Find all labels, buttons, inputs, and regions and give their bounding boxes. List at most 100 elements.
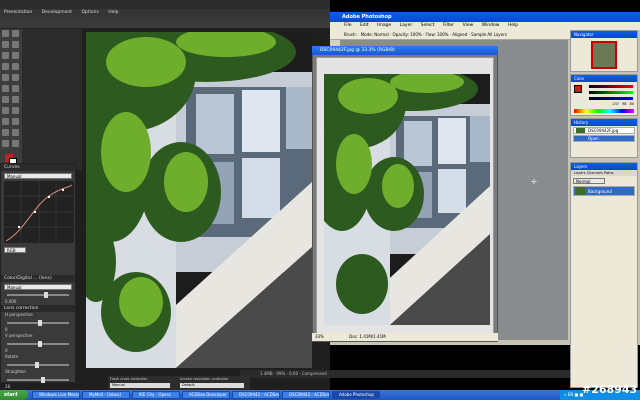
- task-acdsee-pro[interactable]: DSC09442 - ACDSee Pro 2: [232, 391, 280, 399]
- mini-panel-right-select[interactable]: Default: [180, 383, 244, 388]
- color-header[interactable]: Color: [571, 75, 637, 82]
- wand-tool-icon[interactable]: [12, 41, 19, 48]
- lens-mode-select[interactable]: Manual: [4, 284, 72, 290]
- document-status-bar: 33% Doc: 1.41M/1.41M: [312, 333, 498, 341]
- notes-tool-icon[interactable]: [2, 129, 9, 136]
- task-photoshop[interactable]: Adobe Photoshop: [332, 391, 380, 399]
- bg-menu-help[interactable]: Help: [108, 10, 118, 15]
- color-g-value[interactable]: 98: [622, 102, 626, 106]
- document-titlebar[interactable]: DSC09442F.jpg @ 33.3% (RGB/8): [312, 46, 498, 55]
- menu-layer[interactable]: Layer: [400, 23, 413, 28]
- text-tool-icon[interactable]: [12, 107, 19, 114]
- menu-edit[interactable]: Edit: [360, 23, 369, 28]
- blur-tool-icon[interactable]: [2, 96, 9, 103]
- layers-header[interactable]: Layers: [571, 163, 637, 170]
- building-tree-photo: [86, 32, 312, 368]
- menu-view[interactable]: View: [463, 23, 474, 28]
- curves-mode-select[interactable]: Manual: [4, 173, 72, 179]
- bg-menu-development[interactable]: Development: [42, 10, 72, 15]
- slider-1[interactable]: [7, 292, 69, 298]
- task-acdsee-10[interactable]: DSC09442 - ACDSee 10: [282, 391, 330, 399]
- color-fg-swatch[interactable]: [574, 85, 582, 93]
- color-values: 237 98 80: [571, 102, 637, 106]
- move-tool-icon[interactable]: [2, 30, 9, 37]
- straighten-slider[interactable]: [7, 377, 69, 383]
- color-ramp[interactable]: [574, 109, 634, 113]
- menu-filter[interactable]: Filter: [443, 23, 454, 28]
- color-section-header[interactable]: Color/Digital ... (lens): [1, 275, 75, 282]
- blue-slider[interactable]: [589, 97, 633, 100]
- v-perspective-knob[interactable]: [38, 341, 42, 347]
- history-brush-icon[interactable]: [12, 74, 19, 81]
- bg-app-titlebar: [0, 0, 330, 9]
- rotate-knob[interactable]: [34, 362, 39, 368]
- task-opera[interactable]: IKE City - Opera: [132, 391, 180, 399]
- menu-file[interactable]: File: [344, 23, 352, 28]
- menu-help[interactable]: Help: [508, 23, 518, 28]
- document-photo[interactable]: [324, 74, 490, 325]
- start-button[interactable]: start: [0, 390, 28, 400]
- layers-panel: Layers Layers Channels Paths Normal Back…: [570, 162, 638, 388]
- dodge-tool-icon[interactable]: [12, 96, 19, 103]
- layers-tabs[interactable]: Layers Channels Paths: [571, 170, 637, 176]
- history-header[interactable]: History: [571, 119, 637, 126]
- layer-blend-mode-select[interactable]: Normal: [573, 178, 605, 184]
- slice-tool-icon[interactable]: [12, 52, 19, 59]
- history-snapshot[interactable]: DSC09442F.jpg: [573, 127, 635, 134]
- lasso-tool-icon[interactable]: [2, 41, 9, 48]
- lens-section-header[interactable]: Lens correction: [1, 305, 75, 312]
- v-perspective-slider[interactable]: [7, 341, 69, 347]
- h-perspective-knob[interactable]: [38, 320, 42, 326]
- menu-image[interactable]: Image: [377, 23, 391, 28]
- mini-panel-left-select[interactable]: Manual: [110, 383, 170, 388]
- bg-menu-presentation[interactable]: Presentation: [4, 10, 32, 15]
- heal-tool-icon[interactable]: [2, 63, 9, 70]
- navigator-panel: Navigator: [570, 30, 638, 72]
- bg-canvas-margin: [22, 29, 82, 170]
- color-b-value[interactable]: 80: [630, 102, 634, 106]
- color-r-value[interactable]: 237: [612, 102, 619, 106]
- task-mail[interactable]: MyMail - [Inbox]: [82, 391, 130, 399]
- navigator-header[interactable]: Navigator: [571, 31, 637, 38]
- bg-menu-options[interactable]: Options: [81, 10, 98, 15]
- v-perspective-label: V perspective: [5, 333, 33, 338]
- photoshop-titlebar[interactable]: Adobe Photoshop: [330, 12, 640, 22]
- menu-window[interactable]: Window: [482, 23, 500, 28]
- green-slider[interactable]: [589, 91, 633, 94]
- doc-size-info[interactable]: Doc: 1.41M/1.41M: [349, 334, 385, 339]
- straighten-label: Straighten: [5, 369, 26, 374]
- history-open-label: Open: [588, 136, 599, 141]
- gradient-tool-icon[interactable]: [12, 85, 19, 92]
- straighten-knob[interactable]: [41, 377, 46, 383]
- channel-select[interactable]: RGB: [4, 247, 26, 253]
- mini-panel-right-title: Screen resolution controller: [180, 377, 229, 381]
- red-slider[interactable]: [589, 85, 633, 88]
- path-tool-icon[interactable]: [2, 107, 9, 114]
- pen-tool-icon[interactable]: [2, 118, 9, 125]
- zoom-tool-icon[interactable]: [12, 140, 19, 147]
- h-perspective-slider[interactable]: [7, 320, 69, 326]
- eraser-tool-icon[interactable]: [2, 85, 9, 92]
- doc-zoom-value[interactable]: 33%: [315, 334, 324, 339]
- eyedropper-tool-icon[interactable]: [12, 129, 19, 136]
- task-messenger[interactable]: Windows Live Messenger: [32, 391, 80, 399]
- stamp-tool-icon[interactable]: [2, 74, 9, 81]
- bg-app-menubar: Presentation Development Options Help: [0, 9, 330, 17]
- task-acdsee-developer[interactable]: ACDSee Developer: [182, 391, 230, 399]
- marquee-tool-icon[interactable]: [12, 30, 19, 37]
- mini-panel-left-title: Flash cross controller: [110, 377, 148, 381]
- slider-1-knob[interactable]: [44, 292, 49, 298]
- navigator-preview[interactable]: [591, 41, 617, 69]
- history-step-open[interactable]: Open: [573, 135, 635, 142]
- menu-select[interactable]: Select: [421, 23, 435, 28]
- history-panel: History DSC09442F.jpg Open: [570, 118, 638, 158]
- crop-tool-icon[interactable]: [2, 52, 9, 59]
- layer-background[interactable]: Background: [573, 186, 635, 196]
- hand-tool-icon[interactable]: [2, 140, 9, 147]
- rotate-slider[interactable]: [7, 362, 69, 368]
- curves-graph[interactable]: [4, 181, 74, 243]
- shape-tool-icon[interactable]: [12, 118, 19, 125]
- curves-channel-row: RGB: [4, 247, 72, 253]
- options-bar[interactable]: Brush: · Mode: Normal · Opacity: 100% · …: [330, 30, 570, 40]
- brush-tool-icon[interactable]: [12, 63, 19, 70]
